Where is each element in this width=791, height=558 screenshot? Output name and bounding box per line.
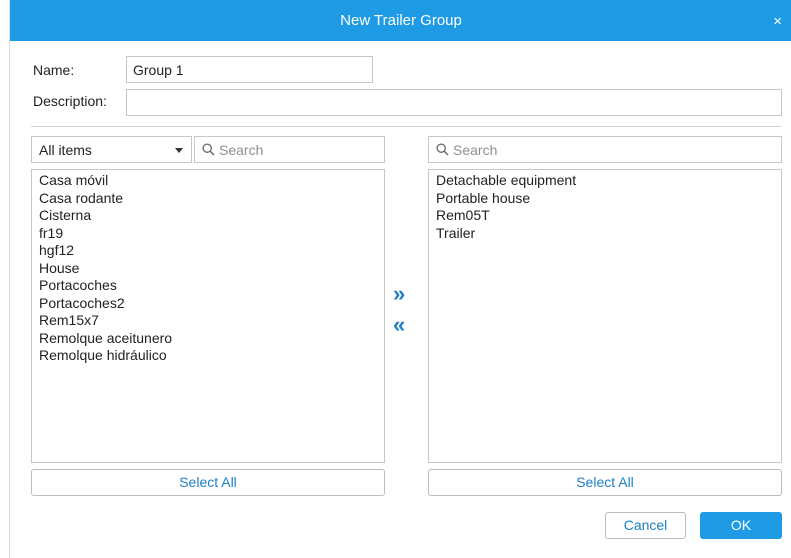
name-label: Name: [33, 62, 75, 78]
list-item[interactable]: Rem15x7 [39, 312, 384, 330]
list-item[interactable]: Cisterna [39, 207, 384, 225]
dialog-title: New Trailer Group [340, 12, 462, 29]
divider [31, 126, 781, 127]
selected-items-list[interactable]: Detachable equipment Portable house Rem0… [428, 169, 782, 463]
dialog-titlebar: New Trailer Group × [10, 0, 791, 41]
cancel-button[interactable]: Cancel [605, 512, 686, 539]
remove-selected-button[interactable]: « [393, 314, 405, 336]
new-trailer-group-dialog: New Trailer Group × Name: Description: A… [9, 0, 791, 558]
left-search-box[interactable] [194, 136, 385, 163]
available-items-list[interactable]: Casa móvil Casa rodante Cisterna fr19 hg… [31, 169, 385, 463]
add-selected-button[interactable]: » [393, 283, 405, 305]
list-item[interactable]: Trailer [436, 225, 781, 243]
list-item[interactable]: Portable house [436, 190, 781, 208]
filter-selected-value: All items [39, 142, 92, 158]
list-item[interactable]: Portacoches2 [39, 295, 384, 313]
right-search-box[interactable] [428, 136, 782, 163]
description-input[interactable] [126, 89, 782, 116]
left-search-input[interactable] [219, 139, 378, 160]
list-item[interactable]: Portacoches [39, 277, 384, 295]
list-item[interactable]: Casa móvil [39, 172, 384, 190]
right-search-input[interactable] [453, 139, 775, 160]
ok-button[interactable]: OK [700, 512, 782, 539]
list-item[interactable]: Remolque hidráulico [39, 347, 384, 365]
search-icon [202, 143, 215, 156]
name-input[interactable] [126, 56, 373, 83]
chevron-down-icon [175, 148, 183, 153]
list-item[interactable]: Detachable equipment [436, 172, 781, 190]
list-item[interactable]: Rem05T [436, 207, 781, 225]
left-select-all-button[interactable]: Select All [31, 469, 385, 496]
list-item[interactable]: House [39, 260, 384, 278]
list-item[interactable]: fr19 [39, 225, 384, 243]
description-label: Description: [33, 93, 107, 109]
list-item[interactable]: hgf12 [39, 242, 384, 260]
filter-dropdown[interactable]: All items [31, 136, 192, 163]
list-item[interactable]: Remolque aceitunero [39, 330, 384, 348]
list-item[interactable]: Casa rodante [39, 190, 384, 208]
close-icon[interactable]: × [773, 13, 782, 30]
search-icon [436, 143, 449, 156]
right-select-all-button[interactable]: Select All [428, 469, 782, 496]
